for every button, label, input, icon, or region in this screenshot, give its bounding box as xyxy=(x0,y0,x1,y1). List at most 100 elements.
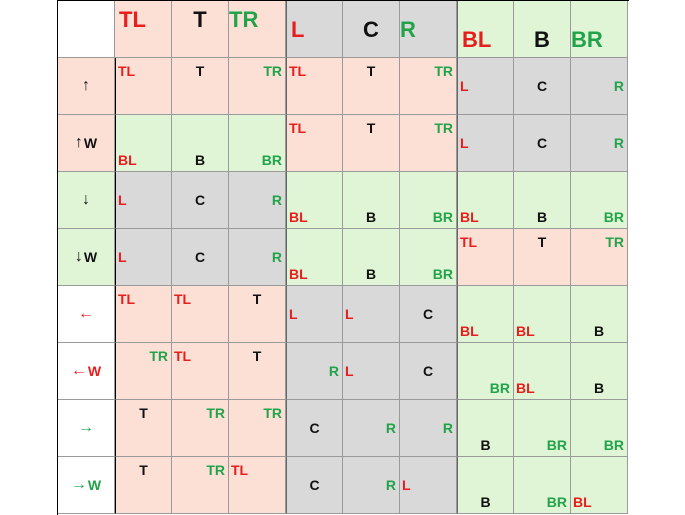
grid-cell: B xyxy=(343,229,400,286)
position-tag: T xyxy=(139,462,148,478)
grid-cell: T xyxy=(514,229,571,286)
grid-cell: C xyxy=(172,229,229,286)
grid-cell: TL xyxy=(286,115,343,172)
grid-cell: L xyxy=(286,286,343,343)
position-tag: TR xyxy=(605,234,624,250)
grid-cell: C xyxy=(400,343,457,400)
position-tag: R xyxy=(328,363,339,379)
grid-cell: L xyxy=(115,172,172,229)
grid-cell: TR xyxy=(115,343,172,400)
position-tag: T xyxy=(537,234,547,250)
position-tag: TR xyxy=(263,405,282,421)
grid-cell: C xyxy=(172,172,229,229)
grid-cell: R xyxy=(286,343,343,400)
column-header-label: BR xyxy=(571,27,603,52)
position-tag: R xyxy=(385,477,396,493)
grid-cell: BL xyxy=(514,343,571,400)
grid-cell: R xyxy=(343,457,400,514)
grid-cell: R xyxy=(400,400,457,457)
grid-cell: C xyxy=(514,58,571,115)
row-label-8: → W xyxy=(58,457,115,514)
position-tag: L xyxy=(118,249,127,265)
position-tag: TL xyxy=(289,120,307,136)
grid-cell: B xyxy=(571,343,628,400)
position-tag: BR xyxy=(546,437,567,453)
column-header-bl: BL xyxy=(457,1,514,58)
grid-cell: BL xyxy=(514,286,571,343)
position-tag: B xyxy=(536,209,548,225)
grid-cell: T xyxy=(343,58,400,115)
grid-cell: C xyxy=(286,457,343,514)
column-header-label: C xyxy=(363,17,379,42)
grid-cell: L xyxy=(343,286,400,343)
row-label-6: ← W xyxy=(58,343,115,400)
direction-arrow-icon: ← xyxy=(70,362,87,379)
grid-cell: T xyxy=(172,58,229,115)
position-tag: C xyxy=(536,135,548,151)
row-label-1: ↑ xyxy=(58,58,115,115)
position-tag: C xyxy=(422,306,434,322)
position-tag: C xyxy=(194,249,206,265)
direction-arrow-icon: ↑ xyxy=(74,134,83,151)
position-tag: T xyxy=(195,63,205,79)
grid-cell: T xyxy=(229,286,286,343)
grid-cell: B xyxy=(457,400,514,457)
position-tag: BR xyxy=(489,380,510,396)
grid-cell: BL xyxy=(571,457,628,514)
grid-cell: L xyxy=(400,457,457,514)
position-tag: R xyxy=(385,420,396,436)
grid-cell: R xyxy=(343,400,400,457)
grid-cell: TR xyxy=(229,58,286,115)
position-tag: T xyxy=(139,405,148,421)
position-tag: L xyxy=(345,306,354,322)
row-label-3: ↓ xyxy=(58,172,115,229)
direction-arrow-icon: → xyxy=(78,419,94,436)
grid-cell: TL xyxy=(115,286,172,343)
grid-cell: TL xyxy=(115,58,172,115)
grid-cell: T xyxy=(229,343,286,400)
position-tag: BL xyxy=(516,380,535,396)
row-label-7: → xyxy=(58,400,115,457)
grid-cell: TR xyxy=(172,457,229,514)
grid-cell: BL xyxy=(457,286,514,343)
grid-cell: BR xyxy=(571,172,628,229)
column-header-label: TL xyxy=(119,7,146,32)
position-tag: L xyxy=(118,192,127,208)
grid-cell: BL xyxy=(457,172,514,229)
grid-cell: TR xyxy=(400,58,457,115)
grid-cell: R xyxy=(571,58,628,115)
position-tag: TL xyxy=(118,291,136,307)
column-header-label: TR xyxy=(229,7,259,32)
position-tag: R xyxy=(613,135,624,151)
grid-cell: T xyxy=(115,457,172,514)
position-tag: TR xyxy=(263,63,282,79)
column-header-l: L xyxy=(286,1,343,58)
position-tag: TR xyxy=(206,405,225,421)
column-header-tr: TR xyxy=(229,1,286,58)
grid-cell: B xyxy=(172,115,229,172)
position-tag: TR xyxy=(206,462,225,478)
direction-arrow-icon: ↑ xyxy=(82,77,90,94)
column-header-b: B xyxy=(514,1,571,58)
grid-cell: BL xyxy=(286,172,343,229)
grid-cell: BR xyxy=(514,400,571,457)
wrap-suffix: W xyxy=(87,477,102,493)
grid-cell: C xyxy=(286,400,343,457)
grid-cell: TR xyxy=(172,400,229,457)
position-tag: B xyxy=(365,209,377,225)
position-tag: TL xyxy=(118,63,136,79)
position-tag: C xyxy=(422,363,434,379)
position-tag: R xyxy=(613,78,624,94)
grid-cell: C xyxy=(400,286,457,343)
column-header-label: L xyxy=(291,17,305,42)
grid-cell: B xyxy=(514,172,571,229)
grid-cell: TR xyxy=(400,115,457,172)
row-label-5: ← xyxy=(58,286,115,343)
position-tag: BR xyxy=(432,266,453,282)
corner-cell xyxy=(58,1,115,58)
grid-cell: BR xyxy=(514,457,571,514)
position-tag: BL xyxy=(289,266,308,282)
row-label-4: ↓ W xyxy=(58,229,115,286)
column-header-label: BL xyxy=(462,27,492,52)
position-tag: C xyxy=(536,78,548,94)
